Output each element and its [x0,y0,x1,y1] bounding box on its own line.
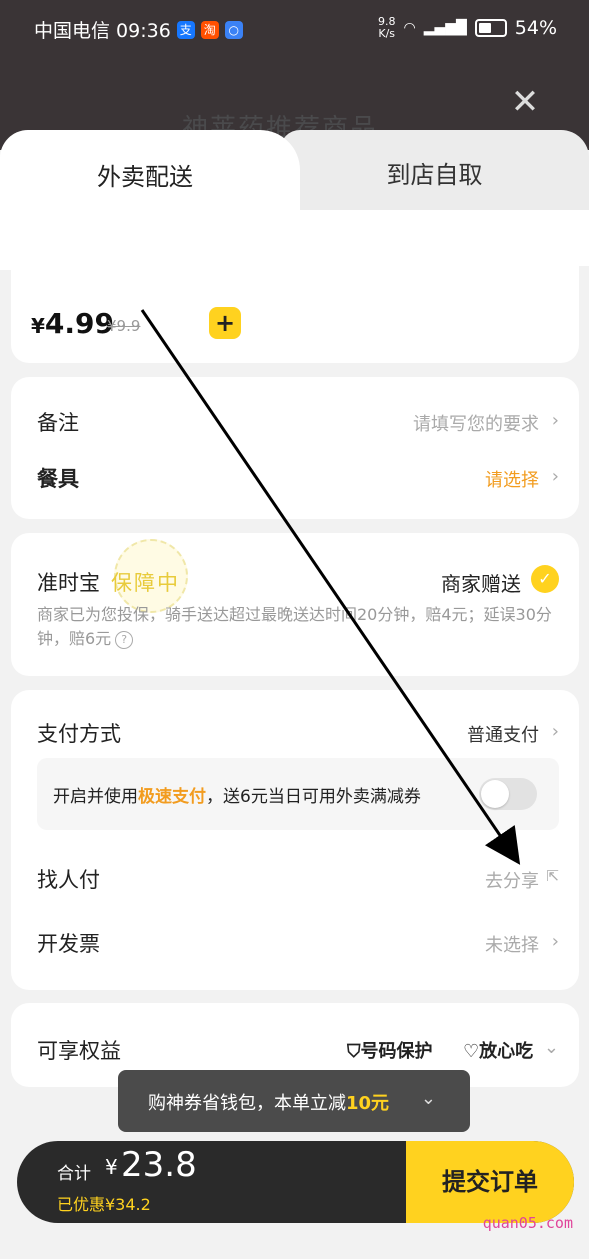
ontime-card: 准时宝 保障中 商家赠送 ✓ 商家已为您投保，骑手送达超过最晚送达时间20分钟，… [11,533,579,676]
invoice-label: 开发票 [37,932,100,956]
toast-prefix: 购神券省钱包，本单立减 [148,1093,346,1114]
chevron-down-icon[interactable]: ⌄ [421,1088,436,1109]
chevron-right-icon: › [551,721,559,742]
wifi-icon: ◠ [403,20,416,36]
help-icon[interactable]: ? [115,630,134,649]
tab-pickup[interactable]: 到店自取 [280,130,589,210]
fast-pay-banner: 开启并使用极速支付，送6元当日可用外卖满减券 [37,758,559,830]
fast-pay-prefix: 开启并使用 [53,787,138,807]
alipay-icon: 支 [176,20,195,39]
checkout-bar: 合计 ¥ 23.8 已优惠¥34.2 提交订单 [17,1141,574,1223]
fast-pay-toggle[interactable] [479,778,537,810]
heart-icon: ♡ [463,1041,480,1062]
number-protection-badge: ⛉号码保护 [347,1037,433,1063]
cutlery-label: 餐具 [37,467,79,491]
benefit-1: 号码保护 [360,1041,433,1062]
net-speed-unit: K/s [378,27,396,40]
ontime-label: 准时宝 [37,571,100,595]
payment-method-select[interactable]: 普通支付 [467,721,539,747]
total-amount: 23.8 [121,1145,197,1185]
fast-pay-suffix: ，送6元当日可用外卖满减券 [206,787,421,807]
saved-amount: 已优惠¥34.2 [57,1195,151,1214]
chevron-right-icon: › [551,466,559,487]
price-symbol: ¥ [31,314,45,338]
benefits-label: 可享权益 [37,1039,121,1063]
ontime-status: 保障中 [111,571,180,595]
benefit-2: 放心吃 [479,1041,534,1062]
battery-percent: 54% [514,17,557,39]
total-currency: ¥ [105,1155,118,1179]
net-speed: 9.8 K/s [378,16,396,40]
payment-method-label: 支付方式 [37,722,121,746]
close-icon[interactable]: ✕ [509,85,541,119]
original-price: ¥9.9 [107,317,141,335]
payment-card: 支付方式 普通支付 › 开启并使用极速支付，送6元当日可用外卖满减券 找人付 去… [11,690,579,990]
invoice-select[interactable]: 未选择 [485,931,539,957]
status-right: 9.8 K/s ◠ ▂▄▆█ 54% [378,16,557,40]
merchant-gift-label: 商家赠送 [441,572,521,596]
toast-highlight: 10元 [346,1093,390,1114]
coupon-toast[interactable]: 购神券省钱包，本单立减10元 ⌄ [118,1070,470,1132]
share-icon[interactable]: ⇱ [546,867,559,885]
tab-content-band [0,210,589,266]
remark-input[interactable]: 请填写您的要求 [413,410,539,436]
cutlery-select[interactable]: 请选择 [485,466,539,492]
taobao-icon: 淘 [200,20,219,39]
ontime-description: 商家已为您投保，骑手送达超过最晚送达时间20分钟，赔4元；延误30分钟，赔6元? [37,603,557,651]
chevron-right-icon: › [551,410,559,431]
status-left: 中国电信 09:36 支 淘 ○ [34,16,243,43]
carrier-time: 中国电信 09:36 [34,20,171,42]
share-link[interactable]: 去分享 [485,867,539,893]
remark-label: 备注 [37,411,79,435]
toast-text: 购神券省钱包，本单立减10元 [148,1089,389,1115]
fast-pay-text: 开启并使用极速支付，送6元当日可用外卖满减券 [53,782,421,807]
find-pay-label: 找人付 [37,868,100,892]
status-bar: 中国电信 09:36 支 淘 ○ 9.8 K/s ◠ ▂▄▆█ 54% [0,0,589,58]
item-price: ¥4.99 [31,307,114,340]
chevron-right-icon: › [551,931,559,952]
item-card: ¥4.99 ¥9.9 + [11,265,579,363]
submit-order-button[interactable]: 提交订单 [406,1141,574,1223]
remark-card: 备注 请填写您的要求 › 餐具 请选择 › [11,377,579,519]
price-value: 4.99 [44,307,115,340]
chat-app-icon: ○ [224,20,243,39]
tab-delivery-label: 外卖配送 [97,163,193,191]
watermark: quan05.com [482,1214,573,1232]
shield-icon: ⛉ [347,1041,361,1062]
fast-pay-highlight: 极速支付 [138,787,206,807]
add-item-button[interactable]: + [209,307,241,339]
safe-eat-badge: ♡放心吃 [463,1037,533,1063]
chevron-down-icon[interactable]: ⌄ [544,1037,559,1058]
total-label: 合计 [57,1164,91,1184]
tab-pickup-label: 到店自取 [386,161,483,189]
check-icon[interactable]: ✓ [531,565,559,593]
battery-icon [474,19,507,37]
signal-icon: ▂▄▆█ [423,20,467,36]
